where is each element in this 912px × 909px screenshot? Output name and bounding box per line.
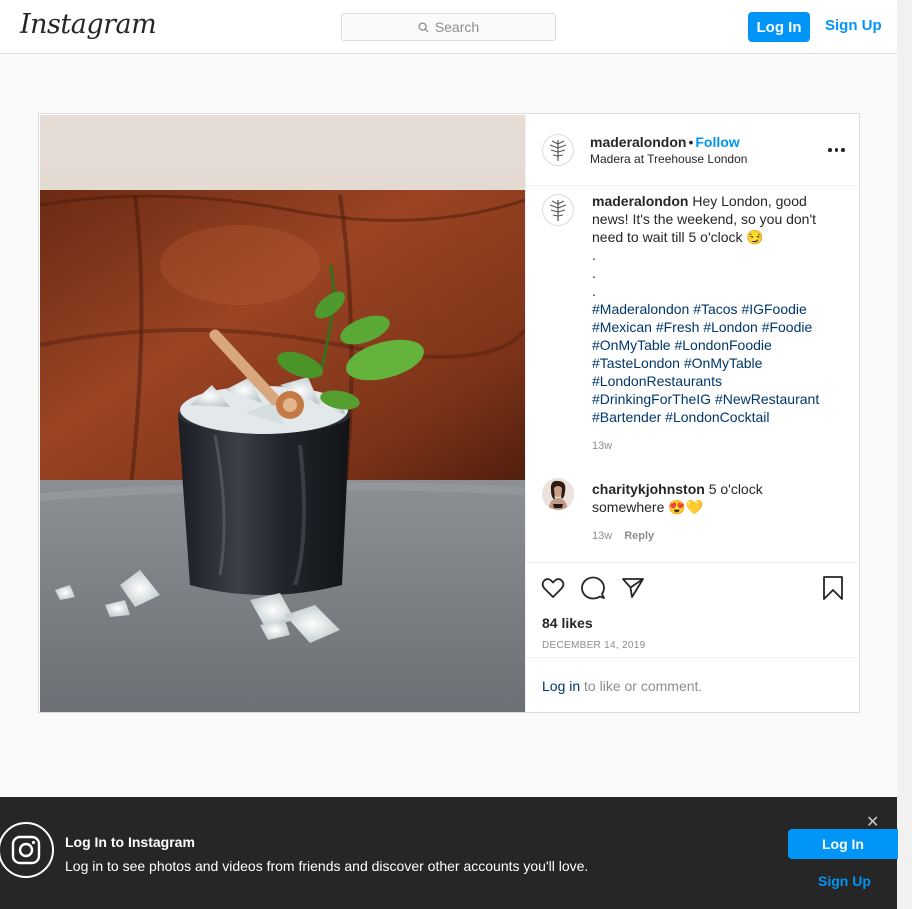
username-link[interactable]: maderalondon: [590, 134, 686, 150]
share-icon[interactable]: [620, 575, 646, 601]
comments-section[interactable]: maderalondon Hey London, good news! It's…: [526, 186, 860, 562]
login-button[interactable]: Log In: [748, 12, 810, 42]
post-header: maderalondon • Follow Madera at Treehouse …: [526, 114, 860, 186]
hashtag-link[interactable]: #LondonRestaurants: [592, 373, 722, 389]
more-options-icon[interactable]: [828, 148, 845, 152]
hashtag-link[interactable]: #IGFoodie: [741, 301, 806, 317]
post-actions: 84 likes DECEMBER 14, 2019: [526, 562, 860, 657]
signup-button[interactable]: Sign Up: [825, 17, 882, 34]
comment-icon[interactable]: [580, 575, 606, 601]
search-placeholder: Search: [434, 19, 480, 35]
avatar[interactable]: [542, 134, 574, 166]
tree-logo-icon: [549, 200, 567, 221]
hashtag-link[interactable]: #NewRestaurant: [715, 391, 819, 407]
hashtag-link[interactable]: #LondonCocktail: [665, 409, 769, 425]
search-icon: [418, 21, 429, 33]
hashtag-list: #Maderalondon #Tacos #IGFoodie #Mexican …: [592, 300, 828, 426]
comment-meta: 13w Reply: [592, 530, 654, 542]
profile-photo: [542, 478, 574, 510]
hashtag-link[interactable]: #OnMyTable: [592, 337, 671, 353]
hashtag-link[interactable]: #Bartender: [592, 409, 661, 425]
instagram-icon: [0, 822, 54, 878]
caption-dot: .: [592, 247, 596, 263]
location-link[interactable]: Madera at Treehouse London: [590, 152, 747, 166]
top-nav: Instagram Search Log In Sign Up: [0, 0, 897, 54]
post-date[interactable]: DECEMBER 14, 2019: [542, 640, 645, 651]
login-link[interactable]: Log in: [542, 678, 580, 694]
comment-text: charitykjohnston 5 o'clock somewhere 😍💛: [592, 480, 828, 516]
follow-button[interactable]: Follow: [695, 134, 739, 150]
hashtag-link[interactable]: #Fresh: [656, 319, 700, 335]
post-card: maderalondon • Follow Madera at Treehouse …: [38, 113, 860, 713]
search-input[interactable]: Search: [341, 13, 556, 41]
heart-icon[interactable]: [540, 575, 566, 601]
login-banner: Log In to Instagram Log in to see photos…: [0, 797, 898, 909]
commenter-avatar[interactable]: [542, 478, 574, 510]
hashtag-link[interactable]: #Mexican: [592, 319, 652, 335]
login-suffix: to like or comment.: [584, 678, 703, 694]
caption-avatar[interactable]: [542, 194, 574, 226]
instagram-logo[interactable]: Instagram: [20, 9, 157, 40]
likes-count[interactable]: 84 likes: [542, 615, 593, 631]
hashtag-link[interactable]: #Tacos: [693, 301, 737, 317]
page-scrollbar[interactable]: [897, 0, 912, 909]
post-photo[interactable]: [40, 115, 525, 712]
camera-icon: [11, 835, 41, 865]
comment-username[interactable]: charitykjohnston: [592, 481, 705, 497]
caption-username[interactable]: maderalondon: [592, 193, 688, 209]
hashtag-link[interactable]: #DrinkingForTheIG: [592, 391, 711, 407]
hashtag-link[interactable]: #London: [703, 319, 758, 335]
banner-signup-button[interactable]: Sign Up: [818, 873, 871, 889]
banner-title: Log In to Instagram: [65, 834, 195, 850]
caption-dot: .: [592, 265, 596, 281]
caption-time[interactable]: 13w: [592, 440, 612, 452]
reply-button[interactable]: Reply: [624, 530, 654, 542]
hashtag-link[interactable]: #TasteLondon: [592, 355, 680, 371]
tree-logo-icon: [549, 140, 567, 161]
login-to-comment: Log in to like or comment.: [526, 657, 860, 712]
hashtag-link[interactable]: #LondonFoodie: [674, 337, 771, 353]
hashtag-link[interactable]: #OnMyTable: [684, 355, 763, 371]
comment-time[interactable]: 13w: [592, 530, 612, 542]
banner-subtitle: Log in to see photos and videos from fri…: [65, 858, 589, 874]
hashtag-link[interactable]: #Maderalondon: [592, 301, 689, 317]
hashtag-link[interactable]: #Foodie: [762, 319, 813, 335]
banner-login-button[interactable]: Log In: [788, 829, 898, 859]
post-header-user: maderalondon • Follow: [590, 134, 740, 150]
bookmark-icon[interactable]: [820, 575, 846, 601]
cocktail-photo: [40, 115, 525, 712]
post-sidebar: maderalondon • Follow Madera at Treehouse …: [525, 114, 860, 712]
caption-text: maderalondon Hey London, good news! It's…: [592, 192, 828, 426]
separator-dot: •: [688, 134, 694, 150]
caption-dot: .: [592, 283, 596, 299]
